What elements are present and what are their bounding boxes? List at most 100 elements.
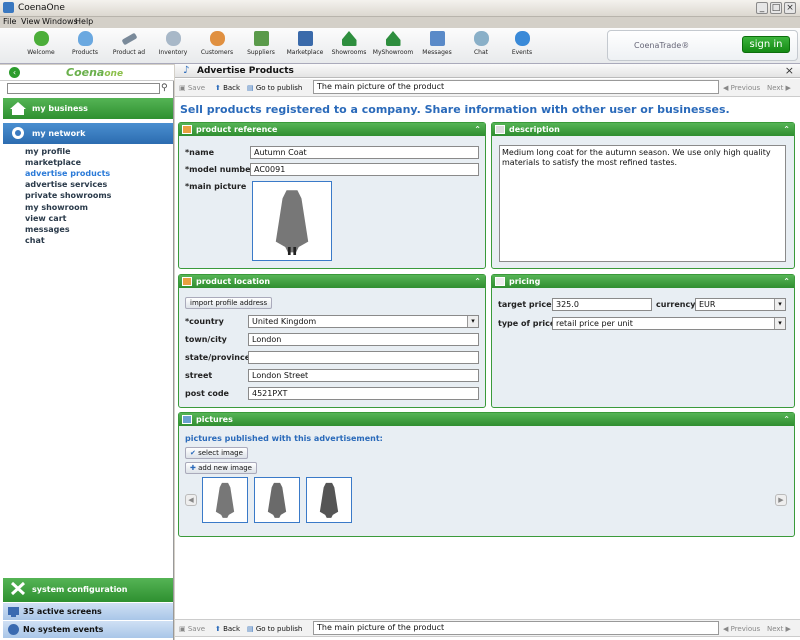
previous-button[interactable]: ◀ Previous: [723, 82, 760, 94]
pricing-header[interactable]: pricing ⌃: [492, 275, 794, 288]
back-button[interactable]: ⬆ Back: [215, 623, 240, 635]
scroll-left-icon[interactable]: ◀: [185, 494, 197, 506]
target-price-field[interactable]: 325.0: [552, 298, 652, 311]
nav-system-configuration[interactable]: system configuration: [3, 578, 173, 602]
back-button[interactable]: ⬆ Back: [215, 82, 240, 94]
collapse-icon[interactable]: ⌃: [783, 123, 790, 136]
add-new-image-button[interactable]: ✚ add new image: [185, 462, 257, 474]
state-field[interactable]: [248, 351, 479, 364]
menu-windows[interactable]: Windows: [42, 17, 78, 26]
street-field[interactable]: London Street: [248, 369, 479, 382]
sidebar-item-advertise-services[interactable]: advertise services: [25, 180, 107, 189]
import-profile-address-button[interactable]: import profile address: [185, 297, 273, 309]
bottom-nav-row: ▣ Save ⬆ Back ▤ Go to publish The main p…: [175, 619, 800, 637]
plus-icon: ✚: [190, 464, 199, 472]
sidebar-item-my-showroom[interactable]: my showroom: [25, 203, 88, 212]
save-button[interactable]: ▣ Save: [179, 82, 205, 94]
save-button[interactable]: ▣ Save: [179, 623, 205, 635]
model-number-field[interactable]: AC0091: [250, 163, 479, 176]
main-picture-image[interactable]: [252, 181, 332, 261]
toolbar-suppliers[interactable]: Suppliers: [239, 30, 283, 62]
type-of-price-select[interactable]: retail price per unit ▾: [552, 317, 786, 330]
sidebar-item-advertise-products[interactable]: advertise products: [25, 169, 110, 178]
collapse-icon[interactable]: ⌃: [474, 123, 481, 136]
chevron-down-icon: ▾: [774, 299, 785, 310]
scroll-right-icon[interactable]: ▶: [775, 494, 787, 506]
toolbar-chat[interactable]: Chat: [459, 30, 503, 62]
state-label: state/province: [185, 353, 251, 362]
toolbar-marketplace[interactable]: Marketplace: [283, 30, 327, 62]
sidebar-item-view-cart[interactable]: view cart: [25, 214, 66, 223]
name-field[interactable]: Autumn Coat: [250, 146, 479, 159]
select-image-button[interactable]: ✔ select image: [185, 447, 248, 459]
toolbar-messages[interactable]: Messages: [415, 30, 459, 62]
collapse-icon[interactable]: ⌃: [783, 413, 790, 426]
menu-help[interactable]: Help: [75, 17, 93, 26]
product-location-header[interactable]: product location ⌃: [179, 275, 485, 288]
toolbar-inventory[interactable]: Inventory: [151, 30, 195, 62]
menu-file[interactable]: File: [3, 17, 16, 26]
products-icon: [77, 31, 93, 46]
minimize-icon[interactable]: _: [756, 2, 768, 14]
maximize-icon[interactable]: □: [770, 2, 782, 14]
main-picture-field[interactable]: The main picture of the product: [313, 80, 719, 94]
close-screen-icon[interactable]: ×: [785, 64, 794, 77]
toolbar-welcome[interactable]: Welcome: [19, 30, 63, 62]
name-label: *name: [185, 148, 215, 157]
picture-thumb[interactable]: [202, 477, 248, 523]
previous-button[interactable]: ◀ Previous: [723, 623, 760, 635]
system-events-bar[interactable]: No system events: [3, 621, 173, 638]
currency-select[interactable]: EUR ▾: [695, 298, 786, 311]
postcode-field[interactable]: 4521PXT: [248, 387, 479, 400]
sidebar-header: ‹ Coenaone: [0, 65, 174, 81]
screens-icon: [8, 607, 19, 617]
toolbar-products[interactable]: Products: [63, 30, 107, 62]
collapse-icon[interactable]: ⌃: [783, 275, 790, 288]
sidebar-item-chat[interactable]: chat: [25, 236, 45, 245]
close-window-icon[interactable]: ×: [784, 2, 796, 14]
town-field[interactable]: London: [248, 333, 479, 346]
collapse-icon[interactable]: ⌃: [474, 275, 481, 288]
toolbar-customers[interactable]: Customers: [195, 30, 239, 62]
nav-my-network[interactable]: my network: [3, 123, 173, 144]
sidebar-item-messages[interactable]: messages: [25, 225, 70, 234]
street-label: street: [185, 371, 213, 380]
sign-in-button[interactable]: sign in: [742, 36, 790, 53]
sidebar-item-marketplace[interactable]: marketplace: [25, 158, 81, 167]
go-to-publish-button[interactable]: ▤ Go to publish: [247, 82, 302, 94]
menu-view[interactable]: View: [21, 17, 40, 26]
picture-thumb[interactable]: [254, 477, 300, 523]
pictures-header[interactable]: pictures ⌃: [179, 413, 794, 426]
country-select[interactable]: United Kingdom ▾: [248, 315, 479, 328]
sidebar: ‹ Coenaone ⚲ my business my network my p…: [0, 65, 174, 640]
postcode-label: post code: [185, 389, 229, 398]
panel-icon: [495, 125, 505, 134]
sidebar-item-private-showrooms[interactable]: private showrooms: [25, 191, 111, 200]
sidebar-item-my-profile[interactable]: my profile: [25, 147, 71, 156]
product-reference-header[interactable]: product reference ⌃: [179, 123, 485, 136]
network-icon: [12, 127, 24, 139]
description-textarea[interactable]: Medium long coat for the autumn season. …: [499, 145, 786, 262]
pictures-panel: pictures ⌃ pictures published with this a…: [178, 412, 795, 537]
main-picture-field[interactable]: The main picture of the product: [313, 621, 719, 635]
coenatrade-box: CoenaTrade® sign in: [607, 30, 798, 61]
floppy-icon: ▣: [179, 84, 188, 92]
back-arrow-icon[interactable]: ‹: [9, 67, 20, 78]
next-button[interactable]: Next ▶: [767, 623, 791, 635]
main-area: ♪ Advertise Products × ▣ Save ⬆ Back ▤ G…: [175, 64, 800, 640]
active-screens-bar[interactable]: 35 active screens: [3, 603, 173, 620]
app-icon: [3, 2, 14, 13]
search-icon[interactable]: ⚲: [161, 83, 172, 94]
description-header[interactable]: description ⌃: [492, 123, 794, 136]
next-button[interactable]: Next ▶: [767, 82, 791, 94]
toolbar-myshowroom[interactable]: MyShowroom: [371, 30, 415, 62]
coat-image: [275, 189, 309, 255]
toolbar-events[interactable]: Events: [500, 30, 544, 62]
sidebar-search-input[interactable]: [7, 83, 160, 94]
toolbar-showrooms[interactable]: Showrooms: [327, 30, 371, 62]
picture-thumb[interactable]: [306, 477, 352, 523]
product-reference-panel: product reference ⌃ *name Autumn Coat *mo…: [178, 122, 486, 269]
toolbar-product-ad[interactable]: Product ad: [107, 30, 151, 62]
go-to-publish-button[interactable]: ▤ Go to publish: [247, 623, 302, 635]
nav-my-business[interactable]: my business: [3, 98, 173, 119]
